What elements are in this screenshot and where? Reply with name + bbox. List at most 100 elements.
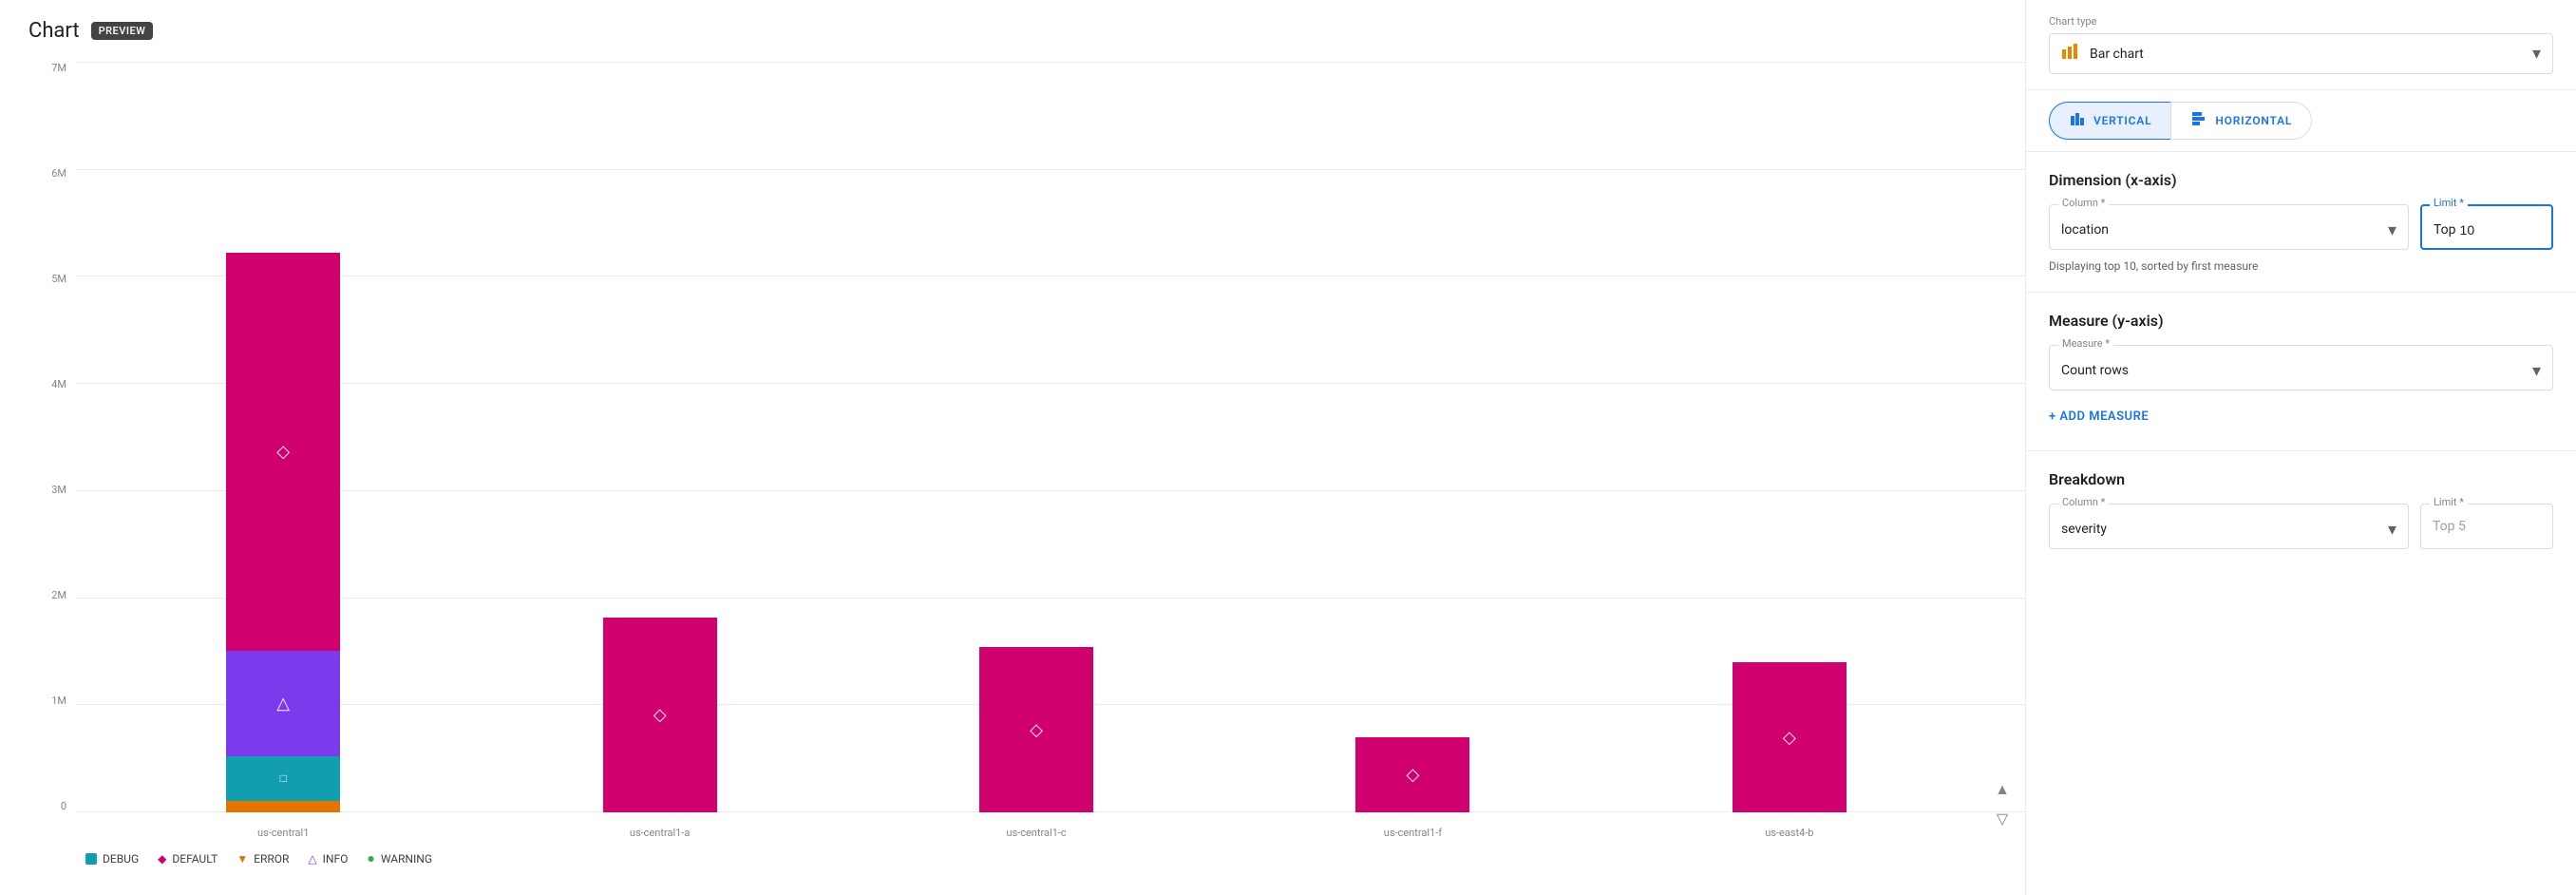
horizontal-label: HORIZONTAL <box>2215 114 2292 127</box>
scroll-up-arrow[interactable]: ▲ <box>1989 776 2016 803</box>
bar-stack-us-central1-c: ◇ <box>979 647 1093 812</box>
top-prefix: Top <box>2434 222 2456 238</box>
breakdown-column-select[interactable]: severity ▾ <box>2049 504 2409 549</box>
legend-label-debug: DEBUG <box>103 852 139 866</box>
breakdown-limit-field: Limit * Top 5 <box>2420 504 2553 549</box>
add-measure-label: + ADD MEASURE <box>2049 409 2149 424</box>
dimension-column-field: Column * location ▾ <box>2049 204 2409 250</box>
breakdown-column-value: severity <box>2061 522 2388 537</box>
bar-segment-error <box>226 801 340 812</box>
chart-type-section-label: Chart type <box>2049 15 2096 28</box>
bar-segment-info: △ <box>226 651 340 756</box>
bar-segment-default-a: ◇ <box>603 618 717 812</box>
breakdown-limit-label: Limit * <box>2430 496 2468 508</box>
breakdown-limit-value: Top 5 <box>2433 519 2466 534</box>
bars-area: ◇ △ □ <box>76 62 2025 841</box>
dimension-limit-input[interactable]: Top <box>2420 204 2553 250</box>
vertical-orientation-btn[interactable]: VERTICAL <box>2049 102 2170 140</box>
legend-item-default: ◆ DEFAULT <box>158 852 218 866</box>
measure-value: Count rows <box>2061 363 2532 378</box>
legend-item-info: △ INFO <box>308 852 348 866</box>
chart-inner: 0 1M 2M 3M 4M 5M 6M 7M <box>19 62 2025 841</box>
dimension-section-header: Dimension (x-axis) <box>2049 171 2553 189</box>
legend-icon-warning: ● <box>367 850 374 866</box>
measure-select[interactable]: Count rows ▾ <box>2049 345 2553 390</box>
x-label-us-east4-b: us-east4-b <box>1765 827 1813 839</box>
bar-segment-debug: □ <box>226 756 340 801</box>
legend-icon-error: ▼ <box>237 852 248 866</box>
dimension-hint: Displaying top 10, sorted by first measu… <box>2049 259 2553 273</box>
y-label-1m: 1M <box>51 695 66 707</box>
orientation-section: VERTICAL HORIZONTAL <box>2026 90 2576 152</box>
bar-group-us-central1-a: ◇ us-central1-a <box>471 62 847 812</box>
diamond-icon-f: ◇ <box>1407 765 1420 785</box>
scroll-down-arrow[interactable]: ▽ <box>1989 805 2016 831</box>
bar-segment-default-f: ◇ <box>1355 737 1469 812</box>
chart-header: Chart PREVIEW <box>19 19 2025 43</box>
preview-badge: PREVIEW <box>91 22 154 40</box>
chart-legend: DEBUG ◆ DEFAULT ▼ ERROR △ INFO ● WARNING <box>19 841 2025 876</box>
diamond-icon-a: ◇ <box>653 705 667 725</box>
chart-type-select[interactable]: Bar chart ▾ <box>2049 33 2553 74</box>
legend-label-warning: WARNING <box>381 852 432 866</box>
measure-label: Measure * <box>2058 337 2113 350</box>
bar-segment-default-e: ◇ <box>1733 662 1847 812</box>
bar-chart-icon <box>2061 42 2080 66</box>
square-icon: □ <box>280 771 287 785</box>
bar-group-us-central1-c: ◇ us-central1-c <box>848 62 1224 812</box>
add-measure-button[interactable]: + ADD MEASURE <box>2049 402 2553 431</box>
bar-group-us-east4-b: ◇ us-east4-b <box>1601 62 1978 812</box>
x-label-us-central1-c: us-central1-c <box>1006 827 1066 839</box>
y-label-7m: 7M <box>51 62 66 74</box>
dimension-form-row: Column * location ▾ Limit * Top <box>2049 204 2553 250</box>
x-label-us-central1-a: us-central1-a <box>630 827 690 839</box>
dimension-limit-field: Limit * Top <box>2420 204 2553 250</box>
dimension-column-select[interactable]: location ▾ <box>2049 204 2409 250</box>
legend-item-warning: ● WARNING <box>367 850 432 866</box>
bar-stack-us-central1-f: ◇ <box>1355 737 1469 812</box>
dimension-column-dropdown-arrow: ▾ <box>2388 220 2396 240</box>
bar-stack-us-east4-b: ◇ <box>1733 662 1847 812</box>
y-label-2m: 2M <box>51 589 66 601</box>
y-label-4m: 4M <box>51 378 66 390</box>
y-label-6m: 6M <box>51 167 66 180</box>
chart-type-value: Bar chart <box>2090 47 2532 62</box>
dimension-section: Dimension (x-axis) Column * location ▾ L… <box>2026 152 2576 293</box>
y-label-0: 0 <box>61 800 66 812</box>
dimension-column-label: Column * <box>2058 197 2109 209</box>
limit-value-input[interactable] <box>2460 222 2498 238</box>
diamond-icon: ◇ <box>276 442 290 462</box>
bar-segment-default: ◇ <box>226 253 340 651</box>
breakdown-column-field: Column * severity ▾ <box>2049 504 2409 549</box>
scroll-arrows: ▲ ▽ <box>1989 776 2016 831</box>
measure-section: Measure (y-axis) Measure * Count rows ▾ … <box>2026 293 2576 451</box>
dimension-column-value: location <box>2061 222 2388 238</box>
breakdown-section-header: Breakdown <box>2049 470 2553 488</box>
chart-container: 0 1M 2M 3M 4M 5M 6M 7M <box>19 62 2025 876</box>
bar-group-us-central1-f: ◇ us-central1-f <box>1224 62 1601 812</box>
vertical-icon <box>2069 110 2086 131</box>
diamond-icon-c: ◇ <box>1030 720 1043 740</box>
breakdown-section: Breakdown Column * severity ▾ Limit * To… <box>2026 451 2576 568</box>
y-label-3m: 3M <box>51 484 66 496</box>
legend-item-debug: DEBUG <box>85 852 139 866</box>
legend-icon-default: ◆ <box>158 852 166 866</box>
diamond-icon-e: ◇ <box>1783 728 1796 748</box>
chart-type-label-row: Chart type <box>2049 15 2553 28</box>
chart-area: Chart PREVIEW 0 1M 2M 3M 4M 5M 6M 7M <box>0 0 2025 895</box>
measure-dropdown-arrow: ▾ <box>2532 361 2541 381</box>
chart-type-dropdown-arrow: ▾ <box>2532 44 2541 64</box>
horizontal-orientation-btn[interactable]: HORIZONTAL <box>2170 102 2312 140</box>
vertical-label: VERTICAL <box>2093 114 2151 127</box>
bar-stack-us-central1: ◇ △ □ <box>226 253 340 812</box>
legend-color-debug <box>85 853 97 865</box>
y-axis: 0 1M 2M 3M 4M 5M 6M 7M <box>19 62 76 841</box>
chart-title: Chart <box>28 19 80 43</box>
right-panel: Chart type Bar chart ▾ <box>2025 0 2576 895</box>
breakdown-limit-input[interactable]: Top 5 <box>2420 504 2553 549</box>
bar-segment-default-c: ◇ <box>979 647 1093 812</box>
measure-section-header: Measure (y-axis) <box>2049 312 2553 330</box>
bar-group-us-central1: ◇ △ □ <box>95 62 471 812</box>
x-label-us-central1-f: us-central1-f <box>1384 827 1442 839</box>
measure-field: Measure * Count rows ▾ <box>2049 345 2553 390</box>
